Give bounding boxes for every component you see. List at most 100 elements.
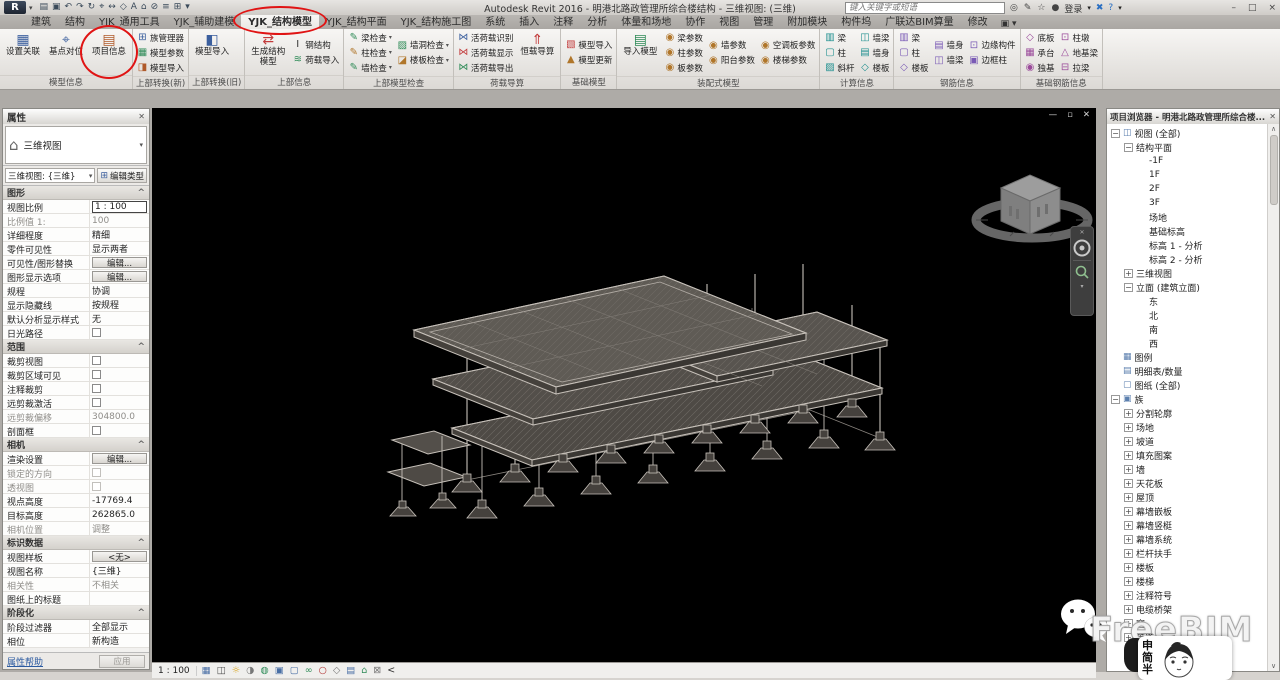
collapse-minus-icon[interactable]: − bbox=[1124, 143, 1133, 152]
navigation-bar[interactable]: ✕ ▾ bbox=[1070, 226, 1094, 316]
text-icon[interactable]: A bbox=[131, 1, 137, 14]
property-value[interactable]: 新构造 bbox=[89, 634, 149, 647]
collapse-icon[interactable]: ^ bbox=[137, 440, 145, 450]
ribbon-button[interactable]: ◪楼板检查▾ bbox=[395, 53, 451, 68]
exchange-apps-icon[interactable]: ✖ bbox=[1096, 3, 1104, 13]
ribbon-button[interactable]: ◨模型导入 bbox=[135, 60, 186, 75]
property-checkbox[interactable] bbox=[92, 482, 101, 491]
ribbon-button[interactable]: ⊟拉梁 bbox=[1058, 60, 1101, 75]
tree-item[interactable]: −结构平面 bbox=[1107, 140, 1267, 154]
tree-item[interactable]: +天花板 bbox=[1107, 476, 1267, 490]
tree-item[interactable]: 西 bbox=[1107, 336, 1267, 350]
tree-item[interactable]: −立面 (建筑立面) bbox=[1107, 280, 1267, 294]
ribbon-button[interactable]: ✎柱检查▾ bbox=[346, 45, 394, 60]
ribbon-button[interactable]: ▢柱 bbox=[896, 45, 930, 60]
tree-item[interactable]: −▣族 bbox=[1107, 392, 1267, 406]
apply-button[interactable]: 应用 bbox=[99, 655, 145, 668]
help-icon[interactable]: ? bbox=[1108, 3, 1113, 13]
tree-item[interactable]: +电缆桥架 bbox=[1107, 602, 1267, 616]
navbar-close-icon[interactable]: ✕ bbox=[1079, 229, 1084, 236]
ribbon-button[interactable]: ⇄生成结构模型 bbox=[247, 30, 289, 74]
property-value[interactable]: <无> bbox=[89, 550, 149, 563]
tree-item[interactable]: +填充图案 bbox=[1107, 448, 1267, 462]
expand-plus-icon[interactable]: + bbox=[1124, 269, 1133, 278]
ribbon-button[interactable]: ▦承台 bbox=[1023, 45, 1057, 60]
tree-item[interactable]: +窗 bbox=[1107, 616, 1267, 630]
ribbon-button[interactable]: ◉墙参数 bbox=[706, 38, 757, 53]
property-edit-button[interactable]: 编辑... bbox=[92, 271, 147, 282]
type-selector-box[interactable]: ⌂ 三维视图 ▾ bbox=[5, 126, 147, 164]
tree-item[interactable]: +坡道 bbox=[1107, 434, 1267, 448]
ribbon-button[interactable]: ⋈活荷载识别 bbox=[456, 30, 516, 45]
expand-plus-icon[interactable]: + bbox=[1124, 535, 1133, 544]
tree-item[interactable]: +场地 bbox=[1107, 420, 1267, 434]
scroll-up-icon[interactable]: ∧ bbox=[1271, 125, 1276, 133]
tree-item[interactable]: +屋顶 bbox=[1107, 490, 1267, 504]
open-icon[interactable]: ▤ bbox=[40, 1, 49, 14]
property-checkbox[interactable] bbox=[92, 398, 101, 407]
save-icon[interactable]: ▣ bbox=[52, 1, 61, 14]
sign-in-label[interactable]: 登录 bbox=[1064, 2, 1082, 15]
ribbon-button[interactable]: ◇底板 bbox=[1023, 30, 1057, 45]
ribbon-button[interactable]: △地基梁 bbox=[1058, 45, 1101, 60]
signin-dropdown-icon[interactable]: ▾ bbox=[1087, 4, 1091, 12]
property-group-header[interactable]: 图形^ bbox=[3, 186, 149, 200]
tree-item[interactable]: +幕墙嵌板 bbox=[1107, 504, 1267, 518]
property-value[interactable] bbox=[89, 592, 149, 605]
ribbon-button[interactable]: ◧模型导入 bbox=[191, 30, 233, 74]
property-value[interactable] bbox=[89, 354, 149, 367]
ribbon-button[interactable]: ◉空调板参数 bbox=[758, 38, 818, 53]
tree-item[interactable]: +管道 bbox=[1107, 630, 1267, 644]
ribbon-button[interactable]: ◉板参数 bbox=[662, 60, 705, 75]
ribbon-button[interactable]: ⊡边缘构件 bbox=[967, 38, 1018, 53]
type-dropdown-icon[interactable]: ▾ bbox=[139, 141, 143, 149]
collapse-icon[interactable]: ^ bbox=[137, 538, 145, 548]
tree-item[interactable]: 基础标高 bbox=[1107, 224, 1267, 238]
expand-arrow-icon[interactable]: < bbox=[387, 664, 395, 678]
ribbon-button[interactable]: ▤项目信息 bbox=[88, 30, 130, 74]
dimension-icon[interactable]: ↔ bbox=[108, 1, 116, 14]
revit-app-button[interactable]: R bbox=[4, 1, 26, 14]
undo-icon[interactable]: ↶ bbox=[65, 1, 73, 14]
ribbon-button[interactable]: ⋈活荷载导出 bbox=[456, 60, 516, 75]
property-value[interactable]: 304800.0 bbox=[89, 410, 149, 423]
properties-close-icon[interactable]: ✕ bbox=[138, 112, 145, 121]
property-value[interactable]: -17769.4 bbox=[89, 494, 149, 507]
property-group-header[interactable]: 范围^ bbox=[3, 340, 149, 354]
render-icon[interactable]: ◍ bbox=[260, 664, 268, 678]
ribbon-button[interactable]: ◉柱参数 bbox=[662, 45, 705, 60]
tree-item[interactable]: 北 bbox=[1107, 308, 1267, 322]
navbar-more-icon[interactable]: ▾ bbox=[1080, 283, 1083, 290]
tree-item[interactable]: 3F bbox=[1107, 196, 1267, 210]
shadows-icon[interactable]: ◑ bbox=[246, 664, 254, 678]
ribbon-button[interactable]: ◉梁参数 bbox=[662, 30, 705, 45]
browser-scrollbar[interactable]: ∧ ∨ bbox=[1267, 124, 1279, 671]
ribbon-button[interactable]: ◇楼板 bbox=[857, 60, 891, 75]
tree-item[interactable]: +楼板 bbox=[1107, 560, 1267, 574]
property-value[interactable]: 调整 bbox=[89, 522, 149, 535]
property-group-header[interactable]: 阶段化^ bbox=[3, 606, 149, 620]
ribbon-button[interactable]: ◫墙梁 bbox=[931, 53, 965, 68]
property-value[interactable]: 全部显示 bbox=[89, 620, 149, 633]
edit-type-button[interactable]: ⊞ 编辑类型 bbox=[97, 168, 147, 183]
tree-item[interactable]: 2F bbox=[1107, 182, 1267, 196]
property-value[interactable]: 编辑... bbox=[89, 256, 149, 269]
sync-icon[interactable]: ↻ bbox=[88, 1, 96, 14]
favorites-star-icon[interactable]: ☆ bbox=[1037, 3, 1045, 13]
ribbon-button[interactable]: ▧模型导入 bbox=[563, 37, 614, 52]
property-value[interactable]: 262865.0 bbox=[89, 508, 149, 521]
ribbon-button[interactable]: ◉独基 bbox=[1023, 60, 1057, 75]
view-minimize-icon[interactable]: — bbox=[1049, 110, 1058, 120]
measure-icon[interactable]: ⌖ bbox=[99, 1, 104, 14]
reveal-hidden-icon[interactable]: ○ bbox=[319, 664, 327, 678]
ribbon-button[interactable]: ▤导入模型 bbox=[619, 30, 661, 75]
tree-item[interactable]: +三维视图 bbox=[1107, 266, 1267, 280]
property-value[interactable]: 编辑... bbox=[89, 270, 149, 283]
temporary-hide-icon[interactable]: ∞ bbox=[305, 664, 313, 678]
expand-plus-icon[interactable]: + bbox=[1124, 577, 1133, 586]
ribbon-button[interactable]: ▨墙洞检查▾ bbox=[395, 38, 451, 53]
ribbon-button[interactable]: ⊞族管理器 bbox=[135, 30, 186, 45]
switch-windows-icon[interactable]: ⊞ bbox=[174, 1, 182, 14]
redo-icon[interactable]: ↷ bbox=[76, 1, 84, 14]
help-dropdown-icon[interactable]: ▾ bbox=[1118, 4, 1122, 12]
